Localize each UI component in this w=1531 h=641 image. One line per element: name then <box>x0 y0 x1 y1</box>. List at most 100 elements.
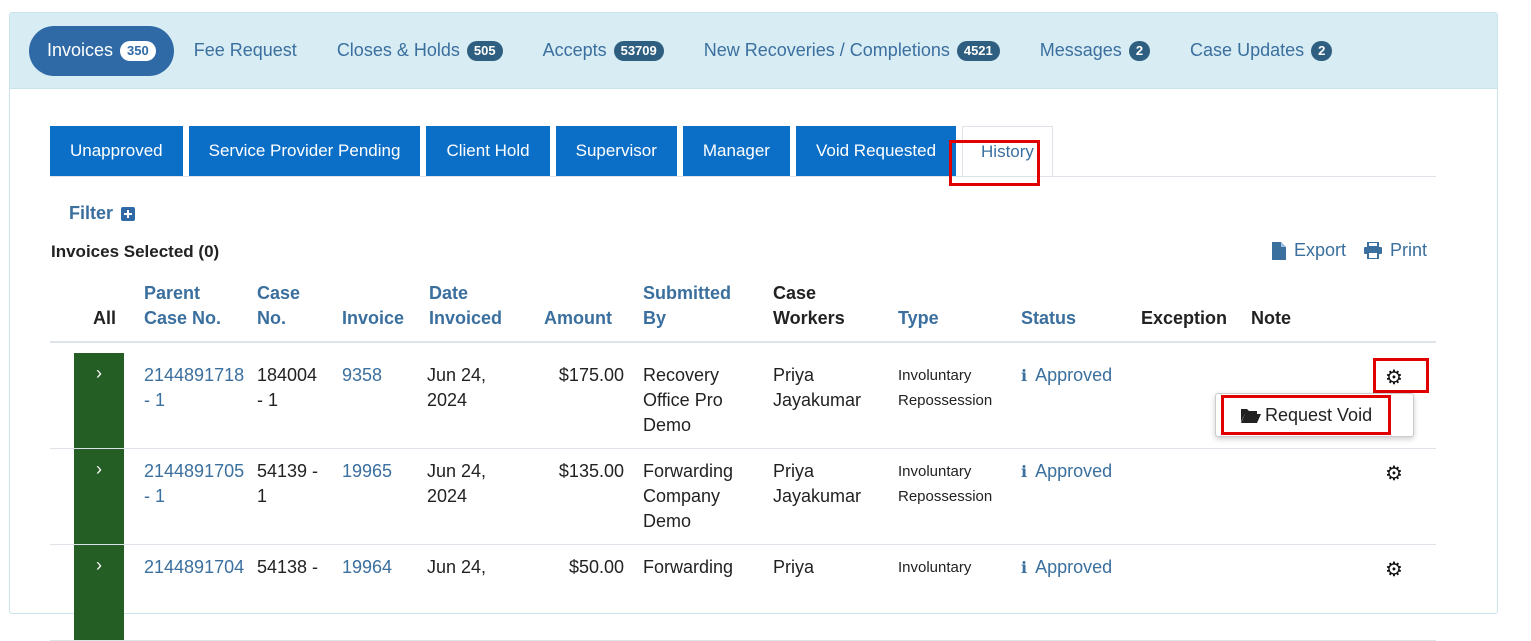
header-status[interactable]: Status <box>1021 306 1076 331</box>
request-void-menu-item[interactable]: Request Void <box>1215 393 1414 437</box>
invoice-link[interactable]: 9358 <box>342 363 382 388</box>
gear-icon[interactable]: ⚙ <box>1385 365 1403 390</box>
status-label: Approved <box>1035 365 1113 385</box>
subtab-supervisor[interactable]: Supervisor <box>555 126 677 176</box>
header-type[interactable]: Type <box>898 306 939 331</box>
subtab-history[interactable]: History <box>962 126 1053 176</box>
subtab-service-provider-pending[interactable]: Service Provider Pending <box>188 126 421 176</box>
case-no: 54138 - <box>257 555 318 580</box>
parent-case-link[interactable]: 2144891704 <box>144 555 244 580</box>
type: Involuntary Repossession <box>898 459 992 509</box>
tab-new-recoveries[interactable]: New Recoveries / Completions 4521 <box>684 26 1020 76</box>
header-line: Invoiced <box>429 308 503 328</box>
header-case-no[interactable]: Case No. <box>257 281 300 331</box>
info-icon: i <box>1021 558 1028 577</box>
chevron-right-icon[interactable]: › <box>74 353 124 448</box>
plus-square-icon <box>121 206 136 221</box>
cell-line: Priya <box>773 461 815 481</box>
tab-label: Case Updates <box>1190 40 1305 60</box>
cell-line: 2024 <box>427 390 468 410</box>
print-button[interactable]: Print <box>1363 240 1427 261</box>
status-approved[interactable]: i Approved <box>1021 459 1112 484</box>
date-invoiced: Jun 24, <box>427 555 486 580</box>
chevron-right-icon[interactable]: › <box>74 449 124 544</box>
filter-label: Filter <box>69 203 114 223</box>
folder-open-icon <box>1241 408 1261 423</box>
cell-line: Repossession <box>898 488 993 505</box>
tab-fee-request[interactable]: Fee Request <box>174 26 317 76</box>
tab-case-updates[interactable]: Case Updates 2 <box>1170 26 1352 76</box>
gear-icon[interactable]: ⚙ <box>1385 461 1403 486</box>
cell-line: Company <box>643 486 721 506</box>
invoice-link[interactable]: 19965 <box>342 459 392 484</box>
count-badge: 2 <box>1128 40 1151 61</box>
header-line: Workers <box>773 308 845 328</box>
cell-line: Recovery <box>643 365 720 385</box>
cell-line: - 1 <box>144 486 166 506</box>
case-workers: Priya <box>773 555 814 580</box>
gear-icon[interactable]: ⚙ <box>1385 557 1403 582</box>
info-icon: i <box>1021 462 1028 481</box>
tab-accepts[interactable]: Accepts 53709 <box>523 26 684 76</box>
tab-label: Fee Request <box>193 40 297 60</box>
cell-line: Jayakumar <box>773 486 862 506</box>
cell-line: 54138 - <box>257 557 319 577</box>
cell-line: 54139 - <box>257 461 319 481</box>
status-label: Approved <box>1035 461 1113 481</box>
cell-line: Involuntary <box>898 559 972 576</box>
cell-line: Office Pro <box>643 390 723 410</box>
file-icon <box>1271 241 1286 260</box>
status-approved[interactable]: i Approved <box>1021 363 1112 388</box>
header-line: Parent <box>144 283 201 303</box>
print-label: Print <box>1389 240 1427 260</box>
subtab-void-requested[interactable]: Void Requested <box>795 126 957 176</box>
header-line: By <box>643 308 667 328</box>
status-approved[interactable]: i Approved <box>1021 555 1112 580</box>
export-button[interactable]: Export <box>1271 240 1346 261</box>
cell-line: Jun 24, <box>427 557 487 577</box>
header-date-invoiced[interactable]: Date Invoiced <box>429 281 502 331</box>
header-invoice[interactable]: Invoice <box>342 306 404 331</box>
cell-line: - 1 <box>257 390 279 410</box>
header-line: Case <box>773 283 817 303</box>
export-label: Export <box>1293 240 1346 260</box>
parent-case-link[interactable]: 2144891705 - 1 <box>144 459 244 509</box>
top-nav: Invoices 350 Fee Request Closes & Holds 50… <box>10 13 1497 89</box>
header-line: Case <box>257 283 301 303</box>
header-note: Note <box>1251 308 1291 328</box>
subtab-history-label: History <box>981 141 1034 161</box>
count-badge: 4521 <box>956 40 1000 61</box>
subtab-client-hold[interactable]: Client Hold <box>426 126 550 176</box>
cell-line: Jayakumar <box>773 390 862 410</box>
chevron-right-icon[interactable]: › <box>74 545 124 640</box>
tab-closes-holds[interactable]: Closes & Holds 505 <box>317 26 523 76</box>
cell-line: Involuntary <box>898 367 972 384</box>
date-invoiced: Jun 24, 2024 <box>427 459 486 509</box>
info-icon: i <box>1021 366 1028 385</box>
cell-line: 2144891705 <box>144 461 245 481</box>
header-all[interactable]: All <box>93 306 116 331</box>
invoice-link[interactable]: 19964 <box>342 555 392 580</box>
amount: $175.00 <box>558 365 624 385</box>
submitted-by: Forwarding <box>643 555 733 580</box>
header-exception: Exception <box>1141 308 1228 328</box>
case-no: 54139 - 1 <box>257 459 318 509</box>
header-line: Submitted <box>643 283 731 303</box>
table-actions: Export Print <box>1271 240 1427 261</box>
type: Involuntary <box>898 555 971 580</box>
table-row: › 2144891704 54138 - 19964 Jun 24, $50.0… <box>50 545 1436 641</box>
header-submitted-by[interactable]: Submitted By <box>643 281 731 331</box>
tab-messages[interactable]: Messages 2 <box>1020 26 1170 76</box>
subtab-manager[interactable]: Manager <box>682 126 790 176</box>
header-parent-case[interactable]: Parent Case No. <box>144 281 221 331</box>
filter-toggle[interactable]: Filter <box>69 203 136 224</box>
header-case-workers: Case Workers <box>773 281 845 331</box>
parent-case-link[interactable]: 2144891718 - 1 <box>144 363 244 413</box>
cell-line: Priya <box>773 365 815 385</box>
request-void-label: Request Void <box>1265 404 1373 425</box>
case-workers: Priya Jayakumar <box>773 363 861 413</box>
count-badge: 350 <box>120 40 156 61</box>
tab-invoices[interactable]: Invoices 350 <box>29 25 174 76</box>
subtab-unapproved[interactable]: Unapproved <box>50 126 183 176</box>
header-amount[interactable]: Amount <box>544 306 612 331</box>
